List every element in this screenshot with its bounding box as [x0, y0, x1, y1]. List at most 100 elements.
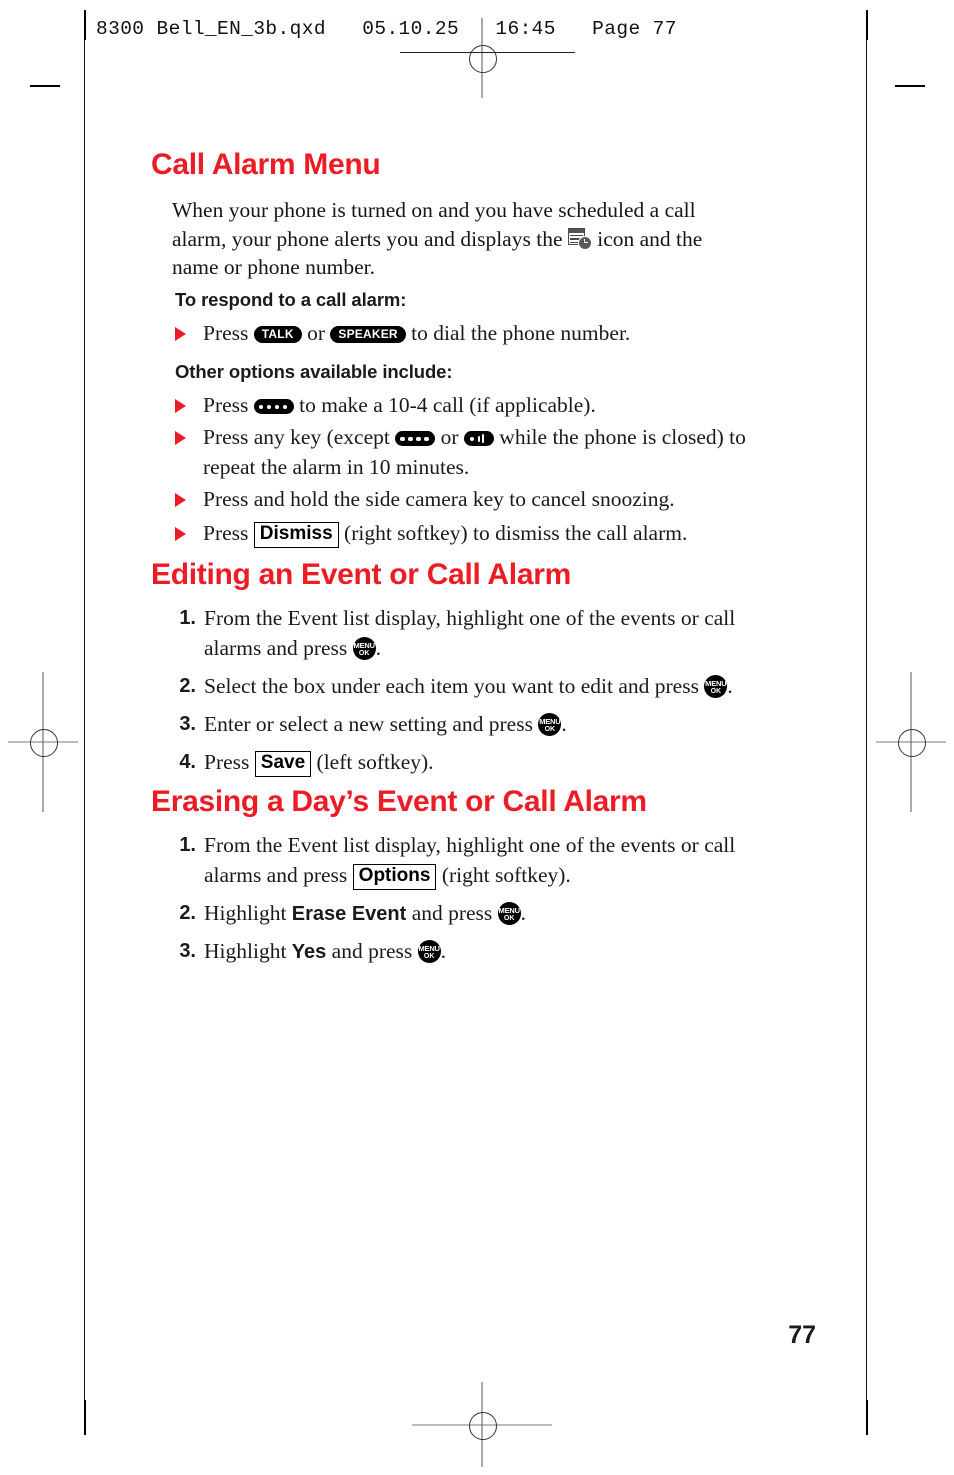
step-text: Highlight Erase Event and press MENU OK.: [172, 898, 752, 929]
bullet2-tail: to make a 10-4 call (if applicable).: [293, 393, 596, 417]
step-head: Highlight: [204, 939, 292, 963]
talk-key-icon: TALK: [253, 326, 302, 343]
bullet-text: Press Dismiss (right softkey) to dismiss…: [175, 518, 740, 548]
bullet-triangle-icon: [175, 493, 186, 507]
step-mid: and press: [326, 939, 418, 963]
label-to-respond-to-call-alarm: To respond to a call alarm:: [175, 289, 407, 310]
step-number: 3.: [179, 713, 196, 735]
menu-item-yes: Yes: [291, 941, 327, 963]
bullet-triangle-icon: [175, 399, 186, 413]
menu-ok-key-icon: MENU OK: [704, 675, 728, 698]
step-tail: .: [727, 674, 733, 698]
bullet-side-camera-key-cancel-snoozing: Press and hold the side camera key to ca…: [175, 484, 740, 514]
crop-mark-bottom-left-vertical: [84, 1400, 86, 1435]
step-editing-2: 2. Select the box under each item you wa…: [172, 671, 762, 701]
crop-mark-top-right-vertical: [866, 10, 868, 40]
step-number: 2.: [179, 675, 196, 697]
bullet-press-ptt-10-4-call: Press to make a 10-4 call (if applicable…: [175, 390, 740, 420]
step-text: Enter or select a new setting and press …: [172, 709, 752, 739]
bullet2-head: Press: [203, 393, 254, 417]
bullet5-tail: (right softkey) to dismiss the call alar…: [338, 521, 688, 545]
dismiss-softkey-label: Dismiss: [253, 522, 339, 548]
step-editing-4: 4. Press Save (left softkey).: [172, 747, 752, 777]
bullet3-head: Press any key (except: [203, 425, 396, 449]
bullet-press-tail: to dial the phone number.: [405, 321, 631, 345]
crop-mark-bottom-right-vertical: [866, 1400, 868, 1435]
label-other-options-available: Other options available include:: [175, 361, 453, 382]
bullet-press-word: Press: [203, 321, 254, 345]
menu-ok-key-icon: MENU OK: [538, 713, 562, 736]
menu-ok-line1: MENU: [539, 716, 561, 726]
step-tail: .: [561, 712, 567, 736]
section-title-editing-event-or-call-alarm: Editing an Event or Call Alarm: [151, 558, 571, 591]
registration-mark-right: [876, 672, 946, 812]
registration-header-rule: [400, 52, 575, 53]
registration-circle: [30, 729, 58, 757]
volume-speaker-key-icon: [463, 431, 494, 446]
bullet-text: Press TALK or SPEAKER to dial the phone …: [175, 318, 740, 348]
ptt-key-icon: [395, 431, 436, 446]
step-tail: (left softkey).: [311, 750, 434, 774]
step-editing-3: 3. Enter or select a new setting and pre…: [172, 709, 752, 739]
registration-mark-left: [8, 672, 78, 812]
options-softkey-label: Options: [352, 864, 437, 890]
step-number: 1.: [179, 834, 196, 856]
step-head: Press: [204, 750, 255, 774]
step-text: Select the box under each item you want …: [172, 671, 762, 701]
menu-ok-line2: OK: [503, 914, 515, 922]
bullet-triangle-icon: [175, 431, 186, 445]
step-text: From the Event list display, highlight o…: [172, 830, 752, 890]
step-head: From the Event list display, highlight o…: [204, 606, 736, 660]
menu-ok-line1: MENU: [498, 905, 520, 915]
bullet-text: Press and hold the side camera key to ca…: [203, 487, 675, 511]
step-number: 3.: [179, 940, 196, 962]
menu-ok-line2: OK: [710, 687, 722, 695]
registration-mark-bottom: [412, 1382, 552, 1467]
step-erasing-2: 2. Highlight Erase Event and press MENU O…: [172, 898, 752, 929]
menu-ok-line1: MENU: [353, 640, 375, 650]
bullet5-head: Press: [203, 521, 254, 545]
menu-item-erase-event: Erase Event: [291, 903, 407, 925]
registration-circle: [898, 729, 926, 757]
save-softkey-label: Save: [254, 751, 312, 777]
crop-rule-right-edge: [866, 40, 868, 1400]
step-head: Enter or select a new setting and press: [204, 712, 539, 736]
call-alarm-icon: [567, 227, 592, 250]
registration-circle: [469, 45, 497, 73]
step-editing-1: 1. From the Event list display, highligh…: [172, 603, 752, 663]
step-text: Press Save (left softkey).: [172, 747, 752, 777]
crop-mark-top-left-horizontal: [30, 85, 60, 87]
step-head: Highlight: [204, 901, 292, 925]
menu-ok-line2: OK: [544, 725, 556, 733]
bullet3-mid: or: [435, 425, 464, 449]
bullet-press-dismiss-softkey: Press Dismiss (right softkey) to dismiss…: [175, 518, 740, 548]
bullet-press-talk-or-speaker: Press TALK or SPEAKER to dial the phone …: [175, 318, 740, 348]
menu-ok-line2: OK: [423, 952, 435, 960]
step-tail: .: [520, 901, 527, 925]
page-number: 77: [788, 1321, 816, 1349]
step-mid: and press: [406, 901, 498, 925]
speaker-key-icon: SPEAKER: [330, 326, 406, 343]
step-erasing-3: 3. Highlight Yes and press MENU OK.: [172, 936, 752, 967]
or-word: or: [301, 321, 331, 345]
step-text: From the Event list display, highlight o…: [172, 603, 752, 663]
bullet-text: Press to make a 10-4 call (if applicable…: [175, 390, 740, 420]
bullet-triangle-icon: [175, 527, 186, 541]
menu-ok-key-icon: MENU OK: [352, 637, 376, 660]
call-alarm-intro-paragraph: When your phone is turned on and you hav…: [172, 196, 740, 282]
step-tail: .: [375, 636, 382, 660]
registration-circle: [469, 1411, 497, 1440]
section-title-erasing-day-event-or-call-alarm: Erasing a Day’s Event or Call Alarm: [151, 785, 647, 818]
ptt-key-icon: [253, 399, 294, 414]
step-number: 4.: [179, 751, 196, 773]
step-tail: (right softkey).: [436, 863, 571, 887]
crop-rule-left-edge: [84, 40, 86, 1400]
step-number: 2.: [179, 902, 196, 924]
step-head: Select the box under each item you want …: [204, 674, 705, 698]
bullet-triangle-icon: [175, 327, 186, 341]
step-erasing-1: 1. From the Event list display, highligh…: [172, 830, 752, 890]
bullet-press-any-key-snooze: Press any key (except or while the phone…: [175, 422, 747, 482]
menu-ok-key-icon: MENU OK: [417, 940, 441, 963]
section-title-call-alarm-menu: Call Alarm Menu: [151, 148, 381, 181]
step-text: Highlight Yes and press MENU OK.: [172, 936, 752, 967]
